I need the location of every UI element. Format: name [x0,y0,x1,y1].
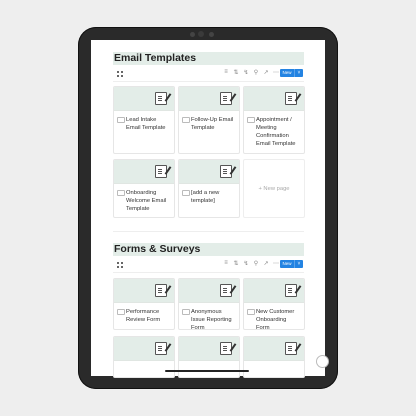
edit-document-icon [220,284,232,297]
help-icon[interactable] [316,355,329,368]
gallery-card[interactable]: Lead Intake Email Template [113,86,175,154]
page-icon [182,190,190,196]
more-icon[interactable]: ⋯ [273,260,279,267]
edit-document-icon [285,342,297,355]
page-icon [182,309,190,315]
edit-document-icon [285,92,297,105]
page-icon [117,117,125,123]
gallery-card[interactable]: Performance Review Form [113,278,175,330]
page-icon [117,190,125,196]
expand-icon[interactable]: ↗ [263,260,269,267]
card-title: Performance Review Form [126,309,161,323]
gallery-card[interactable] [243,336,305,378]
edit-document-icon [220,92,232,105]
card-title: New Customer Onboarding Form [256,309,295,330]
database-toolbar: ≡ ⇅ ↯ ⚲ ↗ ⋯ New ˅ [113,67,304,82]
sort-icon[interactable]: ⇅ [233,69,239,76]
gallery-card[interactable]: [add a new template] [178,159,240,218]
edit-document-icon [155,92,167,105]
search-icon[interactable]: ⚲ [253,260,259,267]
card-title: [add a new template] [191,190,220,204]
card-title: Follow-Up Email Template [191,117,234,131]
page-icon [182,117,190,123]
gallery-card[interactable]: Appointment / Meeting Confirmation Email… [243,86,305,154]
section-title: Forms & Surveys [113,243,304,256]
section-title: Email Templates [113,52,304,65]
more-icon[interactable]: ⋯ [273,69,279,76]
database-toolbar: ≡ ⇅ ↯ ⚲ ↗ ⋯ New ˅ [113,258,304,273]
edit-document-icon [285,284,297,297]
gallery-card[interactable]: Onboarding Welcome Email Template [113,159,175,218]
divider [113,231,304,232]
front-camera [198,31,204,37]
gallery-grid-icon[interactable] [117,71,123,77]
home-indicator [165,370,249,372]
lightning-icon[interactable]: ↯ [243,69,249,76]
chevron-down-icon[interactable]: ˅ [294,260,303,268]
new-page-card[interactable]: + New page [243,159,305,218]
sensor [190,32,195,37]
gallery-card[interactable]: Anonymous Issue Reporting Form [178,278,240,330]
page-icon [247,309,255,315]
edit-document-icon [155,165,167,178]
search-icon[interactable]: ⚲ [253,69,259,76]
filter-icon[interactable]: ≡ [223,69,229,76]
gallery-card[interactable]: Follow-Up Email Template [178,86,240,154]
edit-document-icon [155,284,167,297]
card-title: Appointment / Meeting Confirmation Email… [256,117,296,147]
filter-icon[interactable]: ≡ [223,260,229,267]
new-button[interactable]: New [280,69,294,77]
new-page-label: + New page [258,185,290,192]
gallery-grid-icon[interactable] [117,262,123,268]
page-icon [247,117,255,123]
chevron-down-icon[interactable]: ˅ [294,69,303,77]
edit-document-icon [220,342,232,355]
card-title: Onboarding Welcome Email Template [126,190,167,212]
expand-icon[interactable]: ↗ [263,69,269,76]
edit-document-icon [155,342,167,355]
gallery-card[interactable]: New Customer Onboarding Form [243,278,305,330]
forms-surveys-section: Forms & Surveys ≡ ⇅ ↯ ⚲ ↗ ⋯ New ˅ [113,243,304,273]
card-title: Lead Intake Email Template [126,117,166,131]
sensor [209,32,214,37]
page-icon [117,309,125,315]
sort-icon[interactable]: ⇅ [233,260,239,267]
lightning-icon[interactable]: ↯ [243,260,249,267]
new-button[interactable]: New [280,260,294,268]
edit-document-icon [220,165,232,178]
email-templates-section: Email Templates ≡ ⇅ ↯ ⚲ ↗ ⋯ New ˅ [113,52,304,82]
card-title: Anonymous Issue Reporting Form [191,309,232,330]
